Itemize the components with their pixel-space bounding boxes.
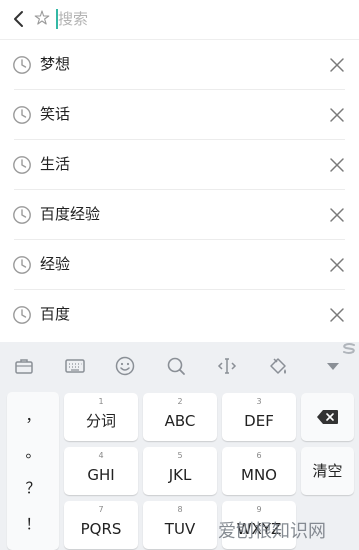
key-number: 7 <box>98 505 104 514</box>
history-item[interactable]: 百度 <box>0 290 359 340</box>
close-icon[interactable] <box>327 305 347 325</box>
backspace-icon <box>317 410 338 424</box>
clear-button[interactable]: 清空 <box>301 447 354 495</box>
key-label: GHI <box>87 466 115 484</box>
history-item-label: 笑话 <box>40 105 71 123</box>
history-item-label: 生活 <box>40 155 71 173</box>
key-label: TUV <box>164 520 196 538</box>
punct-key-period[interactable]: 。 <box>7 434 59 470</box>
history-item-label: 经验 <box>40 255 71 273</box>
key-2[interactable]: 2 ABC <box>143 393 217 441</box>
close-icon[interactable] <box>327 55 347 75</box>
paint-bucket-icon[interactable] <box>267 355 289 377</box>
history-item[interactable]: 生活 <box>0 140 359 190</box>
key-5[interactable]: 5 JKL <box>143 447 217 495</box>
key-number: 5 <box>177 451 183 460</box>
watermark: 爱刨根知识网 <box>218 521 326 542</box>
key-number: 6 <box>256 451 262 460</box>
key-label: DEF <box>244 412 274 430</box>
key-number: 8 <box>177 505 183 514</box>
history-item-label: 百度经验 <box>40 205 101 223</box>
clear-label: 清空 <box>312 462 343 480</box>
keyboard-toolbar <box>0 342 359 390</box>
sogou-logo-icon <box>343 343 355 354</box>
key-label: PQRS <box>80 520 122 538</box>
key-1[interactable]: 1 分词 <box>64 393 138 441</box>
star-icon <box>34 10 50 25</box>
key-number: 2 <box>177 397 183 406</box>
search-bar <box>0 0 359 40</box>
key-label: MNO <box>241 466 277 484</box>
briefcase-icon[interactable] <box>13 355 35 377</box>
history-item[interactable]: 经验 <box>0 240 359 290</box>
key-number: 1 <box>98 397 104 406</box>
cursor-move-icon[interactable] <box>216 355 238 377</box>
clock-icon <box>13 256 31 274</box>
back-arrow-icon[interactable] <box>9 8 31 30</box>
search-icon[interactable] <box>165 355 187 377</box>
clock-icon <box>13 56 31 74</box>
backspace-button[interactable] <box>301 393 354 441</box>
key-number: 4 <box>98 451 104 460</box>
history-item[interactable]: 笑话 <box>0 90 359 140</box>
close-icon[interactable] <box>327 205 347 225</box>
punct-key-exclaim[interactable]: ！ <box>7 506 59 542</box>
key-8[interactable]: 8 TUV <box>143 501 217 549</box>
close-icon[interactable] <box>327 105 347 125</box>
clock-icon <box>13 206 31 224</box>
history-item-label: 百度 <box>40 305 71 323</box>
punct-key-comma[interactable]: ， <box>7 398 59 434</box>
key-7[interactable]: 7 PQRS <box>64 501 138 549</box>
keyboard-icon[interactable] <box>64 355 86 377</box>
collapse-icon[interactable] <box>322 355 344 377</box>
emoji-icon[interactable] <box>114 355 136 377</box>
search-history-list: 梦想 笑话 生活 百度经验 经验 百度 <box>0 40 359 340</box>
key-6[interactable]: 6 MNO <box>222 447 296 495</box>
punct-key-question[interactable]: ？ <box>7 470 59 506</box>
key-label: ABC <box>164 412 196 430</box>
clock-icon <box>13 156 31 174</box>
punctuation-column: ， 。 ？ ！ <box>7 392 59 550</box>
key-label: JKL <box>168 466 192 484</box>
key-label: 分词 <box>85 412 116 430</box>
key-4[interactable]: 4 GHI <box>64 447 138 495</box>
close-icon[interactable] <box>327 155 347 175</box>
clock-icon <box>13 306 31 324</box>
history-item[interactable]: 梦想 <box>0 40 359 90</box>
history-item-label: 梦想 <box>40 55 71 73</box>
clock-icon <box>13 106 31 124</box>
ime-keyboard: ， 。 ？ ！ 1 分词 2 ABC 3 DEF 4 GHI 5 JKL 6 M… <box>0 342 359 550</box>
key-3[interactable]: 3 DEF <box>222 393 296 441</box>
close-icon[interactable] <box>327 255 347 275</box>
key-number: 3 <box>256 397 262 406</box>
key-number: 9 <box>256 505 262 514</box>
history-item[interactable]: 百度经验 <box>0 190 359 240</box>
search-input[interactable] <box>58 6 338 32</box>
